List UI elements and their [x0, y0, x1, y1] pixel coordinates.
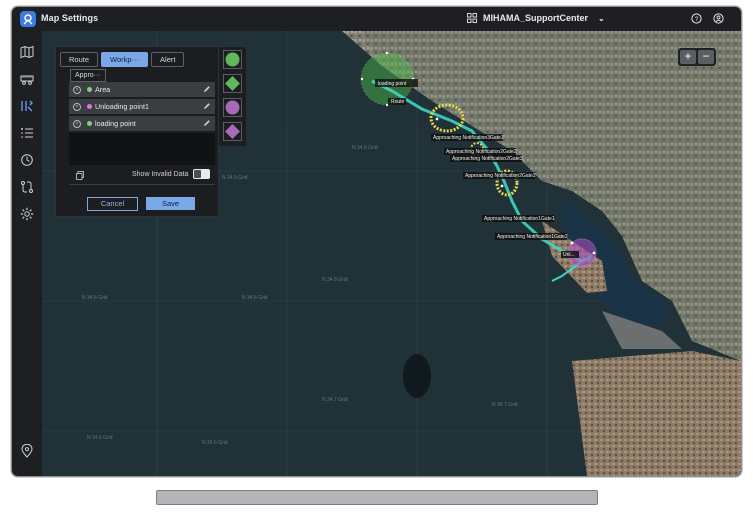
list-item[interactable]: × loading point [69, 116, 215, 131]
svg-text:N 34.8 Grid: N 34.8 Grid [242, 295, 268, 301]
svg-text:N 34.7 Grid: N 34.7 Grid [492, 402, 518, 408]
workpoint-list: × Area × Unloading point1 × loading poin… [69, 82, 215, 133]
settings-panel: Route Workp··· Alert Appro··· × Area × U… [55, 46, 219, 217]
gate-label: Approaching Notification1Gate2 [497, 234, 568, 240]
list-item-label: Area [95, 85, 111, 94]
close-icon[interactable]: × [73, 85, 81, 94]
cancel-button[interactable]: Cancel [87, 197, 138, 211]
help-icon[interactable]: ? [691, 13, 702, 24]
title-bar: Map Settings MIHAMA_SupportCenter ⌄ ? [12, 7, 741, 31]
edit-icon[interactable] [203, 102, 211, 110]
loading-point-label: loading point [378, 81, 407, 87]
svg-text:N 34.7 Grid: N 34.7 Grid [322, 397, 348, 403]
zoom-out-button[interactable]: − [698, 50, 714, 64]
side-nav [12, 31, 42, 476]
circle-icon [225, 100, 240, 115]
divider [69, 184, 215, 185]
app-logo-icon [20, 11, 36, 27]
tab-bar: Route Workp··· Alert [60, 52, 185, 67]
diamond-icon [225, 76, 240, 91]
tab-route[interactable]: Route [60, 52, 99, 67]
svg-text:N 34.9 Grid: N 34.9 Grid [222, 175, 248, 181]
subtab-approach[interactable]: Appro··· [70, 69, 106, 82]
chevron-down-icon: ⌄ [598, 13, 605, 23]
gate-label: Approaching Notification2Gate2 [465, 173, 536, 179]
toggle-knob [194, 170, 201, 178]
green-diamond-shape-button[interactable] [223, 74, 242, 93]
site-selector[interactable]: MIHAMA_SupportCenter ⌄ [467, 13, 605, 23]
app-window: Map Settings MIHAMA_SupportCenter ⌄ ? N … [11, 6, 742, 477]
user-icon[interactable] [713, 13, 724, 24]
purple-diamond-shape-button[interactable] [223, 122, 242, 141]
edit-icon[interactable] [203, 85, 211, 93]
purple-circle-shape-button[interactable] [223, 98, 242, 117]
route-icon[interactable] [20, 180, 34, 194]
horizontal-scrollbar[interactable] [156, 490, 598, 505]
shape-tool-palette [219, 47, 246, 146]
tab-workpoint[interactable]: Workp··· [101, 52, 149, 67]
list-item-label: loading point [95, 119, 136, 128]
list-icon[interactable] [20, 126, 34, 140]
green-circle-shape-button[interactable] [223, 50, 242, 69]
grid-icon [467, 13, 477, 23]
svg-text:N 34.6 Grid: N 34.6 Grid [87, 435, 113, 441]
gate-label: Approaching Notification2Gate2 [446, 149, 517, 155]
color-dot [87, 87, 92, 92]
gate-label: Approaching Notification1Gate1 [484, 216, 555, 222]
site-name: MIHAMA_SupportCenter [483, 13, 588, 23]
list-empty-area [69, 133, 215, 165]
gate-label: Approaching Notification2Gate3 [452, 156, 523, 162]
location-pin-icon[interactable] [20, 444, 34, 458]
gate-label: Approaching Notification3Gate1 [433, 135, 504, 141]
close-icon[interactable]: × [73, 102, 81, 111]
vehicle-icon[interactable] [20, 72, 34, 86]
zoom-in-button[interactable]: + [680, 50, 696, 64]
svg-text:N 34.9 Grid: N 34.9 Grid [352, 145, 378, 151]
show-invalid-label: Show Invalid Data [132, 171, 189, 178]
copy-icon[interactable] [76, 171, 84, 180]
route-label: Route [391, 99, 405, 105]
save-button[interactable]: Save [146, 197, 195, 210]
list-item-label: Unloading point1 [95, 102, 149, 111]
zoom-controls: + − [678, 48, 716, 66]
list-item[interactable]: × Area [69, 82, 215, 97]
color-dot [87, 121, 92, 126]
tab-alert[interactable]: Alert [151, 52, 185, 67]
diamond-icon [225, 124, 240, 139]
list-item[interactable]: × Unloading point1 [69, 99, 215, 114]
svg-text:N 34.8 Grid: N 34.8 Grid [322, 277, 348, 283]
history-icon[interactable] [20, 153, 34, 167]
page-title: Map Settings [41, 13, 99, 23]
svg-text:?: ? [695, 16, 699, 23]
color-dot [87, 104, 92, 109]
svg-text:N 34.8 Grid: N 34.8 Grid [82, 295, 108, 301]
map-settings-icon[interactable] [20, 99, 34, 113]
edit-icon[interactable] [203, 119, 211, 127]
close-icon[interactable]: × [73, 119, 81, 128]
unloading-label: Unl... [563, 252, 575, 258]
gear-icon[interactable] [20, 207, 34, 221]
svg-text:N 34.6 Grid: N 34.6 Grid [202, 440, 228, 446]
map-icon[interactable] [20, 45, 34, 59]
circle-icon [225, 52, 240, 67]
show-invalid-toggle[interactable] [193, 169, 210, 179]
